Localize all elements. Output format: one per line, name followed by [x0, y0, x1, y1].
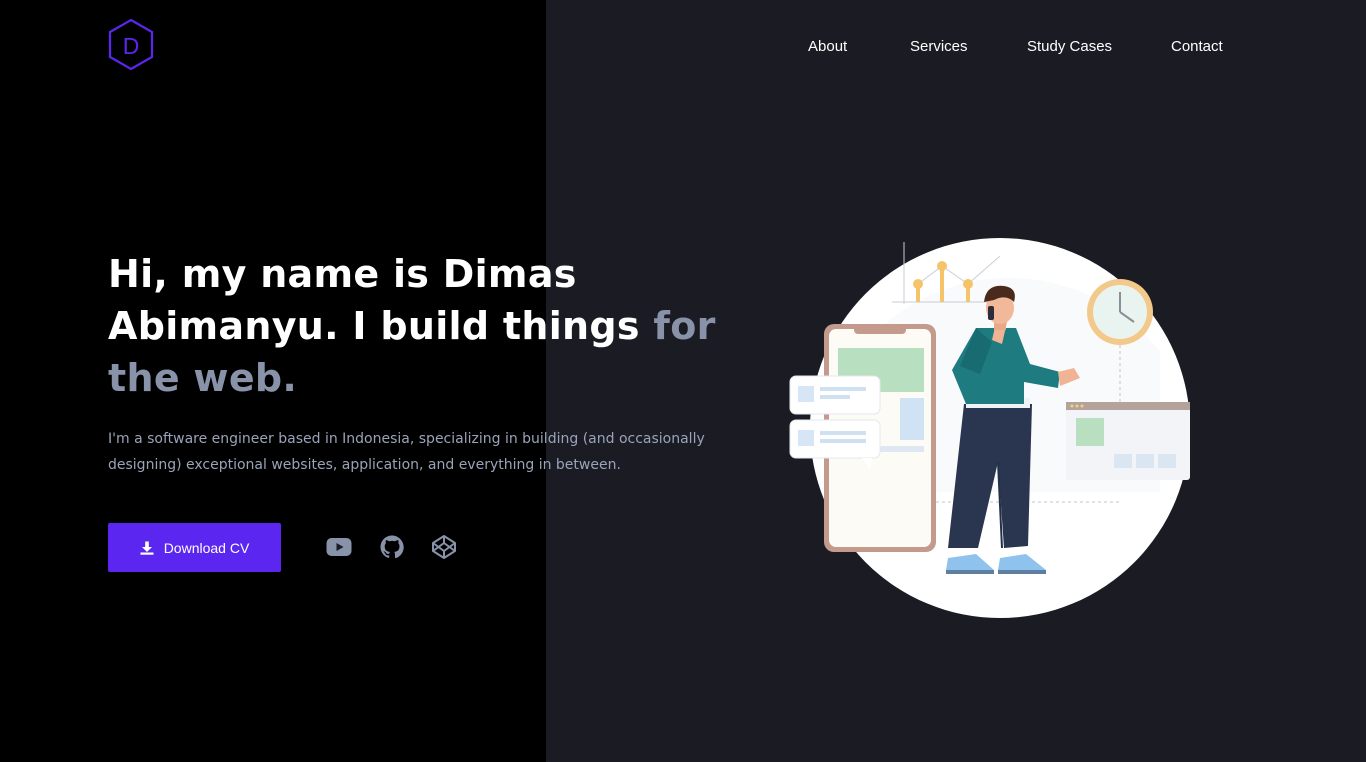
codepen-icon [432, 535, 456, 559]
download-icon [140, 541, 154, 555]
nav-item-about[interactable]: About [808, 38, 847, 55]
nav-item-contact[interactable]: Contact [1171, 38, 1223, 55]
hero-description: I'm a software engineer based in Indones… [108, 431, 705, 473]
hero-title-main: Hi, my name is Dimas Abimanyu. I build t… [108, 252, 654, 348]
hero-illustration [789, 238, 1190, 618]
main-nav: About Services Study Cases Contact [0, 38, 1366, 58]
youtube-icon [326, 538, 352, 556]
github-icon [380, 535, 404, 559]
youtube-link[interactable] [325, 533, 353, 561]
chat-bubbles [789, 375, 881, 470]
download-cv-button[interactable]: Download CV [108, 523, 281, 572]
browser-window [1066, 402, 1190, 480]
codepen-link[interactable] [430, 533, 458, 561]
nav-item-services[interactable]: Services [910, 38, 968, 55]
nav-item-study-cases[interactable]: Study Cases [1027, 38, 1112, 55]
github-link[interactable] [378, 533, 406, 561]
hero-title: Hi, my name is Dimas Abimanyu. I build t… [108, 248, 768, 404]
download-cv-label: Download CV [163, 539, 250, 556]
